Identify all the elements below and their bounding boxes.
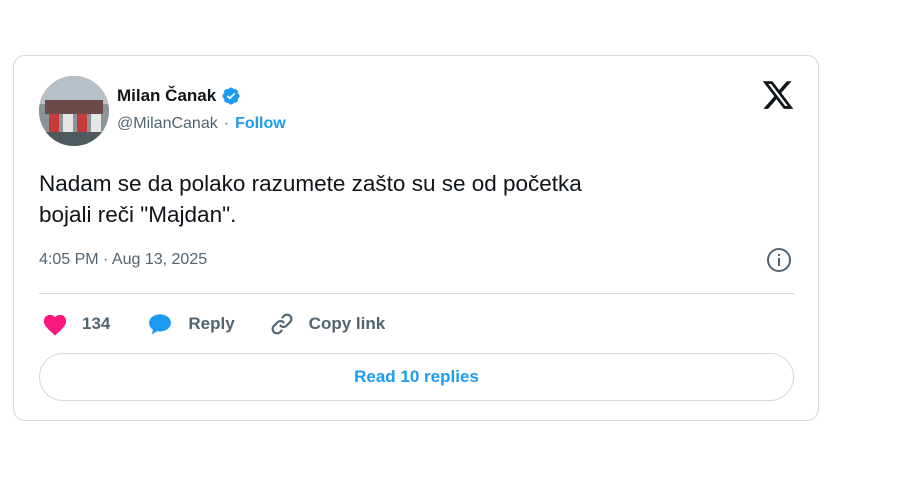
author-name[interactable]: Milan Čanak [117, 86, 216, 106]
like-count: 134 [82, 314, 111, 333]
link-icon [271, 313, 293, 335]
tweet-embed-card: Milan Čanak @MilanCanak · Follow Nadam s… [13, 55, 819, 421]
divider [39, 293, 794, 294]
verified-badge-icon [222, 87, 240, 105]
x-logo-icon[interactable] [761, 78, 795, 112]
avatar[interactable] [39, 76, 109, 146]
action-bar: 134 Reply Copy link [42, 309, 385, 339]
avatar-image [39, 76, 109, 146]
speech-bubble-icon [149, 314, 172, 335]
handle-row: @MilanCanak · Follow [117, 115, 286, 133]
follow-link[interactable]: Follow [235, 115, 286, 133]
tweet-text: Nadam se da polako razumete zašto su se … [39, 171, 582, 227]
reply-label: Reply [188, 314, 235, 333]
heart-icon [43, 314, 67, 336]
read-replies-button[interactable]: Read 10 replies [39, 353, 794, 401]
reply-button[interactable]: Reply [146, 312, 235, 336]
copy-link-label: Copy link [308, 314, 386, 333]
handle-separator: · [223, 115, 230, 132]
author-handle[interactable]: @MilanCanak [117, 115, 218, 133]
tweet-timestamp[interactable]: 4:05 PM · Aug 13, 2025 [39, 251, 207, 269]
info-icon[interactable] [765, 246, 793, 274]
copy-link-button[interactable]: Copy link [269, 311, 386, 337]
author-row: Milan Čanak [117, 86, 241, 106]
like-button[interactable]: 134 [42, 312, 110, 336]
